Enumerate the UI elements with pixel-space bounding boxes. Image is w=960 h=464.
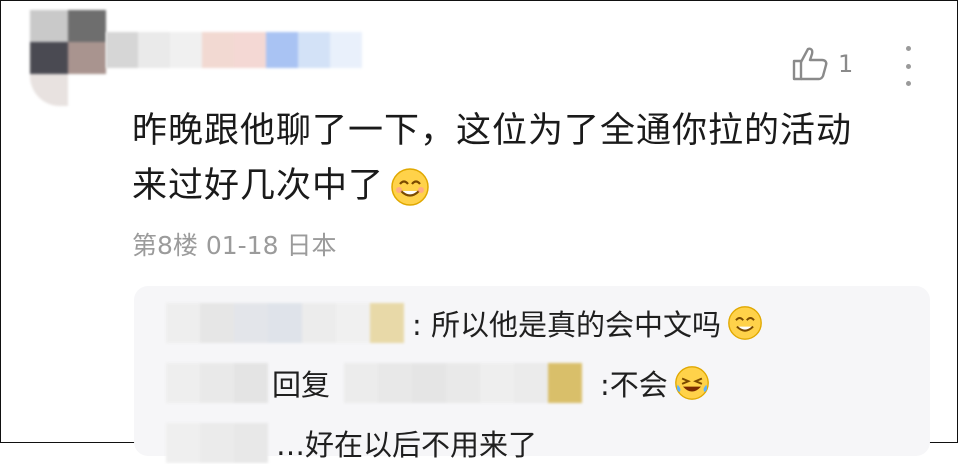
comment-meta: 第8楼 01-18 日本 xyxy=(132,231,337,260)
reply-text: …好在以后不用来了 xyxy=(276,428,538,462)
reply-row[interactable]: …好在以后不用来了 xyxy=(166,422,537,464)
reply-text: : 所以他是真的会中文吗 xyxy=(412,308,721,342)
reply-text: :不会 xyxy=(600,368,668,402)
comment-line-2: 来过好几次中了 xyxy=(132,159,932,214)
reply-to-label: 回复 xyxy=(272,368,331,402)
like-count: 1 xyxy=(838,50,854,78)
reply-row[interactable]: 回复 :不会 xyxy=(166,362,710,404)
reply-username-blurred[interactable] xyxy=(166,363,268,403)
laugh-cry-emoji-icon xyxy=(674,366,709,400)
reply-username-blurred[interactable] xyxy=(166,423,268,463)
comment-text: 昨晚跟他聊了一下，这位为了全通你拉的活动 来过好几次中了 xyxy=(132,104,932,214)
thumbs-up-icon xyxy=(792,47,828,81)
reply-username-blurred[interactable] xyxy=(166,303,404,343)
username-blurred[interactable] xyxy=(106,32,362,68)
like-button[interactable]: 1 xyxy=(790,44,853,84)
more-options-icon[interactable] xyxy=(900,46,916,86)
avatar[interactable] xyxy=(30,10,106,106)
reply-target-username-blurred[interactable] xyxy=(344,363,583,403)
reply-row[interactable]: : 所以他是真的会中文吗 xyxy=(166,302,763,344)
smile-emoji-icon xyxy=(391,167,429,206)
replies-box: : 所以他是真的会中文吗 回复 :不会 …好在以后不用来了 xyxy=(134,286,930,463)
comment-line-1: 昨晚跟他聊了一下，这位为了全通你拉的活动 xyxy=(132,111,853,151)
smile-emoji-icon xyxy=(728,306,762,340)
